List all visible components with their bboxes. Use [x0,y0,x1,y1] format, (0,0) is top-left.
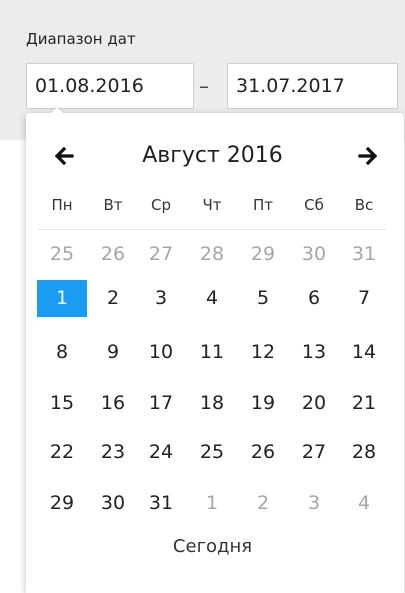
next-month-button[interactable] [354,140,382,172]
day-cell[interactable]: 12 [238,334,288,371]
day-cell-outside-month[interactable]: 31 [339,236,389,273]
day-cell-outside-month[interactable]: 26 [88,236,138,273]
date-from-input[interactable] [26,63,194,109]
day-cell[interactable]: 18 [187,385,237,422]
day-cell-selected[interactable]: 1 [37,280,87,317]
weekday-label: Вс [354,196,374,214]
day-cell[interactable]: 21 [339,385,389,422]
day-cell[interactable]: 27 [289,434,339,471]
date-to-input[interactable] [227,63,398,109]
prev-month-button[interactable] [50,140,78,172]
date-range-label: Диапазон дат [26,30,136,48]
day-cell-outside-month[interactable]: 3 [289,485,339,522]
day-cell[interactable]: 13 [289,334,339,371]
arrow-left-icon [54,147,74,165]
day-cell[interactable]: 28 [339,434,389,471]
range-separator: – [199,74,209,98]
day-cell[interactable]: 30 [88,485,138,522]
day-cell[interactable]: 14 [339,334,389,371]
day-cell[interactable]: 9 [88,334,138,371]
arrow-right-icon [358,147,378,165]
day-cell[interactable]: 11 [187,334,237,371]
day-cell[interactable]: 20 [289,385,339,422]
day-cell[interactable]: 5 [238,280,288,317]
day-cell[interactable]: 7 [339,280,389,317]
day-cell[interactable]: 25 [187,434,237,471]
weekday-label: Сб [304,196,324,214]
weekday-separator [37,229,387,230]
day-cell[interactable]: 2 [88,280,138,317]
weekday-label: Чт [202,196,222,214]
day-cell-outside-month[interactable]: 27 [136,236,186,273]
day-cell[interactable]: 6 [289,280,339,317]
day-cell[interactable]: 22 [37,434,87,471]
weekday-label: Пт [252,196,274,214]
day-cell[interactable]: 16 [88,385,138,422]
day-cell-outside-month[interactable]: 4 [339,485,389,522]
weekday-label: Пн [51,196,73,214]
day-cell[interactable]: 8 [37,334,87,371]
day-cell-outside-month[interactable]: 1 [187,485,237,522]
weekday-label: Ср [151,196,171,214]
day-cell[interactable]: 23 [88,434,138,471]
day-cell[interactable]: 26 [238,434,288,471]
today-button[interactable]: Сегодня [100,536,325,557]
day-cell[interactable]: 10 [136,334,186,371]
day-cell[interactable]: 29 [37,485,87,522]
day-cell[interactable]: 19 [238,385,288,422]
month-title[interactable]: Август 2016 [100,140,325,172]
day-cell-outside-month[interactable]: 28 [187,236,237,273]
day-cell[interactable]: 31 [136,485,186,522]
day-cell-outside-month[interactable]: 25 [37,236,87,273]
day-cell[interactable]: 3 [136,280,186,317]
day-cell[interactable]: 24 [136,434,186,471]
day-cell[interactable]: 4 [187,280,237,317]
day-cell-outside-month[interactable]: 29 [238,236,288,273]
day-cell-outside-month[interactable]: 2 [238,485,288,522]
day-cell-outside-month[interactable]: 30 [289,236,339,273]
weekday-label: Вт [103,196,123,214]
day-cell[interactable]: 15 [37,385,87,422]
day-cell[interactable]: 17 [136,385,186,422]
datepicker-caret [50,107,64,114]
